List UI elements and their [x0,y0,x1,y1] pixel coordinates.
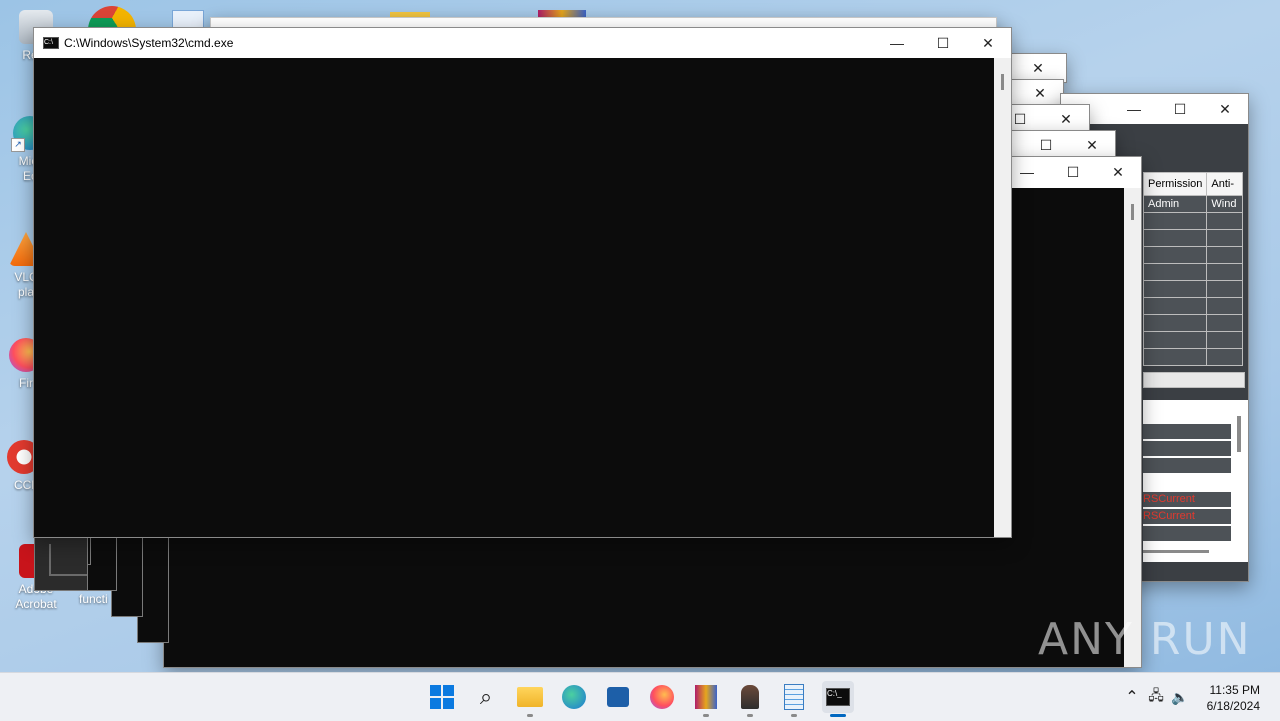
shortcut-arrow-icon: ↗ [11,138,25,152]
watermark-text: ANY RUN [1038,614,1252,665]
scrollbar-thumb[interactable] [1001,74,1004,90]
table-cell [1206,314,1243,332]
taskbar-firefox[interactable] [646,681,678,713]
table-cell [1142,246,1208,264]
log-row-text: RSCurrent [1143,510,1195,522]
table-cell [1206,229,1243,247]
table-cell [1142,297,1208,315]
active-indicator [830,714,846,717]
maximize-icon[interactable]: ☐ [1050,157,1096,187]
table-cell [1206,263,1243,281]
console-scrollbar[interactable] [1124,188,1141,667]
log-panel: RSCurrent RSCurrent [1143,400,1248,562]
log-row [1143,424,1231,439]
taskbar-cmd[interactable]: C:\_ [822,681,854,717]
running-indicator [703,714,709,717]
search-button[interactable]: ⌕ [470,681,502,713]
table-cell [1142,263,1208,281]
taskbar-winrar[interactable] [690,681,722,717]
stacked-console-window[interactable] [34,537,88,591]
anyrun-watermark: ANY RUN [1038,614,1252,665]
scrollbar-thumb[interactable] [1131,204,1134,220]
desktop-icon-label-functi: functi [79,592,108,606]
close-icon[interactable]: ✕ [1015,54,1061,82]
store-icon [607,687,629,707]
cmd-app-icon: C:\ [43,37,59,49]
taskbar-notepad[interactable] [778,681,810,717]
taskbar-file-explorer[interactable] [514,681,546,717]
search-icon: ⌕ [479,684,493,709]
process-table: Permission Anti- Admin Wind [1142,172,1243,366]
log-row [1143,526,1231,541]
maximize-icon[interactable]: ☐ [1157,94,1203,124]
log-row [1143,458,1231,473]
firefox-icon [650,685,674,709]
minimize-icon[interactable]: — [874,28,920,58]
notepad-icon [784,684,804,710]
table-cell: Wind [1206,195,1243,213]
edge-icon [562,685,586,709]
log-row-highlight: RSCurrent [1143,509,1231,524]
table-cell [1142,314,1208,332]
running-indicator [527,714,533,717]
close-icon[interactable]: ✕ [1202,94,1248,124]
cmd-window[interactable]: C:\ C:\Windows\System32\cmd.exe — ☐ ✕ [33,27,1012,538]
table-cell [1142,229,1208,247]
user-app-icon [741,685,759,709]
volume-icon[interactable]: 🔈 [1168,689,1192,706]
close-icon[interactable]: ✕ [965,28,1011,58]
network-icon[interactable]: 🖧 [1144,685,1168,709]
clock-date: 6/18/2024 [1206,699,1260,713]
cmd-icon: C:\_ [826,688,850,706]
tray-overflow-chevron-icon[interactable]: ⌃ [1120,687,1144,707]
table-cell [1206,348,1243,366]
start-button[interactable] [426,681,458,713]
running-indicator [791,714,797,717]
log-hscrollbar[interactable] [1143,550,1209,553]
table-cell [1142,348,1208,366]
table-cell [1206,246,1243,264]
table-horizontal-scrollbar[interactable] [1143,372,1245,388]
table-cell [1142,331,1208,349]
close-icon[interactable]: ✕ [1017,80,1063,106]
table-cell [1142,212,1208,230]
table-cell [1206,280,1243,298]
table-cell [1206,212,1243,230]
taskbar-store[interactable] [602,681,634,713]
close-icon[interactable]: ✕ [1069,131,1115,159]
table-cell [1206,297,1243,315]
system-tray: ⌃ 🖧 🔈 [1120,673,1192,721]
windows-start-icon [430,685,454,709]
log-row [1143,441,1231,456]
cmd-console-area[interactable] [34,58,994,537]
log-row-text: RSCurrent [1143,493,1195,505]
file-explorer-icon [517,687,543,707]
column-header-anti[interactable]: Anti- [1206,172,1243,196]
table-cell [1206,331,1243,349]
clock-time: 11:35 PM [1209,683,1260,697]
taskbar-user-app[interactable] [734,681,766,717]
table-cell: Admin [1142,195,1208,213]
table-cell [1142,280,1208,298]
taskbar-clock[interactable]: 11:35 PM 6/18/2024 [1207,682,1260,714]
stacked-console-inner [49,544,87,576]
winrar-icon [695,685,717,709]
close-icon[interactable]: ✕ [1095,157,1141,187]
cmd-titlebar[interactable]: C:\ C:\Windows\System32\cmd.exe — ☐ ✕ [34,28,1011,58]
log-scrollbar[interactable] [1237,416,1241,452]
taskbar-edge[interactable] [558,681,590,713]
taskbar: ⌕ C:\_ ⌃ 🖧 🔈 11:35 PM 6/18/2024 [0,672,1280,721]
close-icon[interactable]: ✕ [1043,105,1089,133]
log-row-highlight: RSCurrent [1143,492,1231,507]
running-indicator [747,714,753,717]
desktop-icon-label-line2: Acrobat [15,597,57,611]
maximize-icon[interactable]: ☐ [1023,131,1069,159]
column-header-permission[interactable]: Permission [1142,172,1208,196]
window-title: C:\Windows\System32\cmd.exe [64,36,234,50]
cmd-scrollbar[interactable] [994,58,1011,537]
maximize-icon[interactable]: ☐ [920,28,966,58]
minimize-icon[interactable]: — [1111,94,1157,124]
